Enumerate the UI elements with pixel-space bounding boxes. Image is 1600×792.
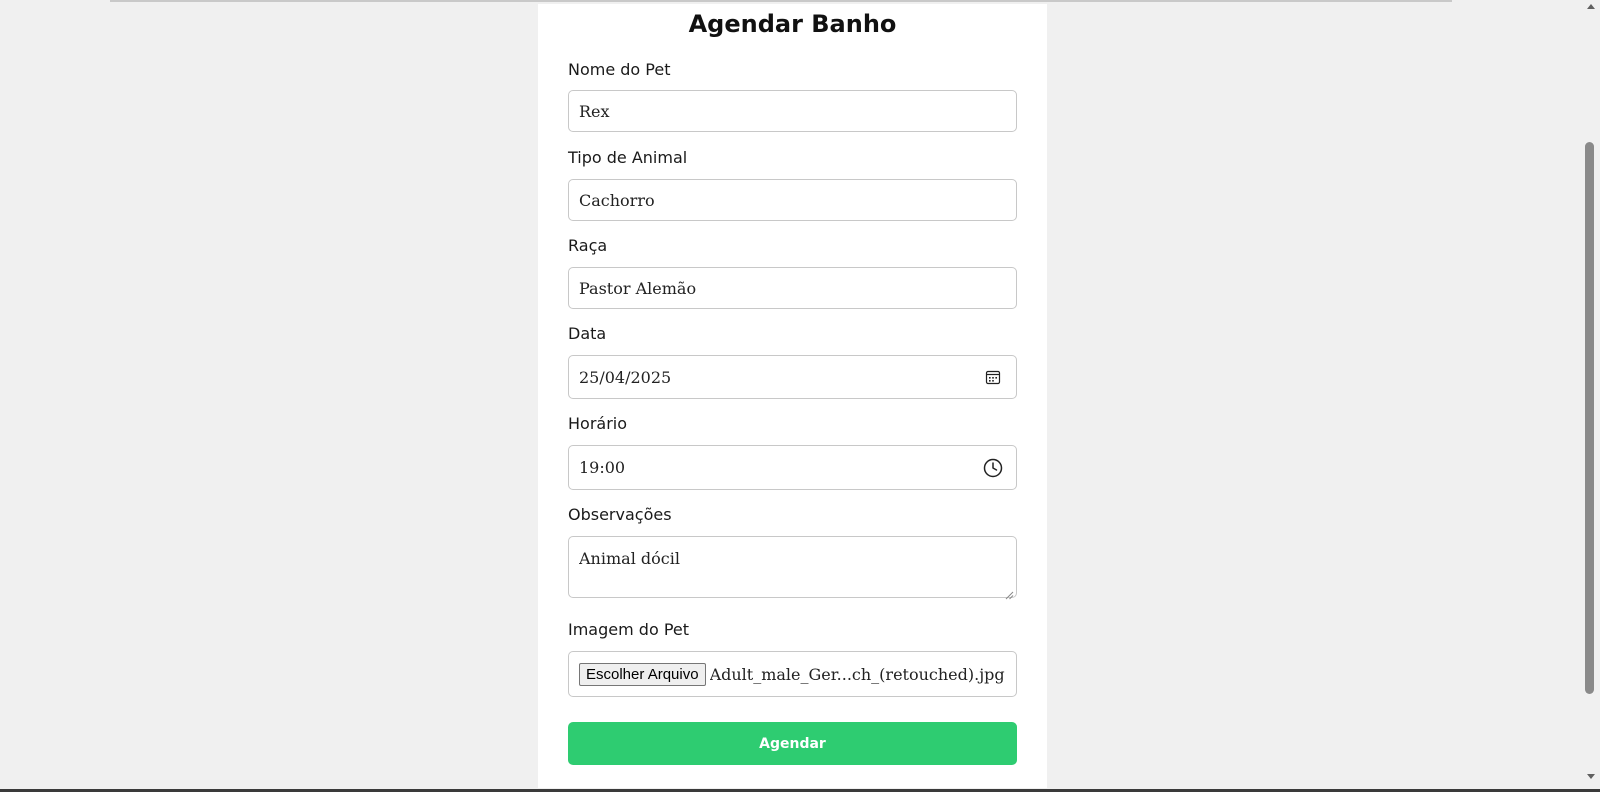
choose-file-button[interactable]: Escolher Arquivo xyxy=(579,662,706,686)
top-divider xyxy=(110,0,1452,2)
pet-name-value: Rex xyxy=(579,101,610,121)
page-scrollbar[interactable] xyxy=(1583,0,1600,792)
date-label: Data xyxy=(568,324,607,343)
time-value: 19:00 xyxy=(579,458,626,477)
selected-file-name: Adult_male_Ger...ch_(retouched).jpg xyxy=(709,664,1005,684)
pet-image-file-input[interactable]: Escolher Arquivo Adult_male_Ger...ch_(re… xyxy=(568,651,1017,697)
scrollbar-thumb[interactable] xyxy=(1585,142,1594,694)
animal-type-label: Tipo de Animal xyxy=(568,148,688,167)
pet-name-input[interactable]: Rex xyxy=(568,90,1017,132)
date-value: 25/04/2025 xyxy=(579,367,672,387)
page: Agendar Banho Nome do Pet Rex Tipo de An… xyxy=(0,0,1600,792)
notes-textarea[interactable]: Animal dócil xyxy=(568,536,1017,600)
date-input[interactable]: 25/04/2025 xyxy=(568,355,1017,399)
breed-label: Raça xyxy=(568,236,608,255)
notes-value: Animal dócil xyxy=(579,549,680,568)
animal-type-value: Cachorro xyxy=(579,190,655,210)
time-input[interactable]: 19:00 xyxy=(568,445,1017,490)
time-label: Horário xyxy=(568,414,628,433)
notes-label: Observações xyxy=(568,505,672,524)
clock-icon[interactable] xyxy=(982,457,1004,479)
schedule-submit-button[interactable]: Agendar xyxy=(568,722,1017,765)
page-title: Agendar Banho xyxy=(688,10,897,38)
breed-input[interactable]: Pastor Alemão xyxy=(568,267,1017,309)
calendar-icon[interactable] xyxy=(982,366,1004,388)
animal-type-input[interactable]: Cachorro xyxy=(568,179,1017,221)
resize-grip-icon[interactable] xyxy=(1004,585,1014,600)
pet-image-label: Imagem do Pet xyxy=(568,620,690,639)
scroll-down-icon[interactable] xyxy=(1587,774,1595,779)
pet-name-label: Nome do Pet xyxy=(568,60,671,79)
scroll-up-icon[interactable] xyxy=(1587,4,1595,9)
breed-value: Pastor Alemão xyxy=(579,278,697,298)
schedule-form-card: Agendar Banho Nome do Pet Rex Tipo de An… xyxy=(538,4,1047,788)
